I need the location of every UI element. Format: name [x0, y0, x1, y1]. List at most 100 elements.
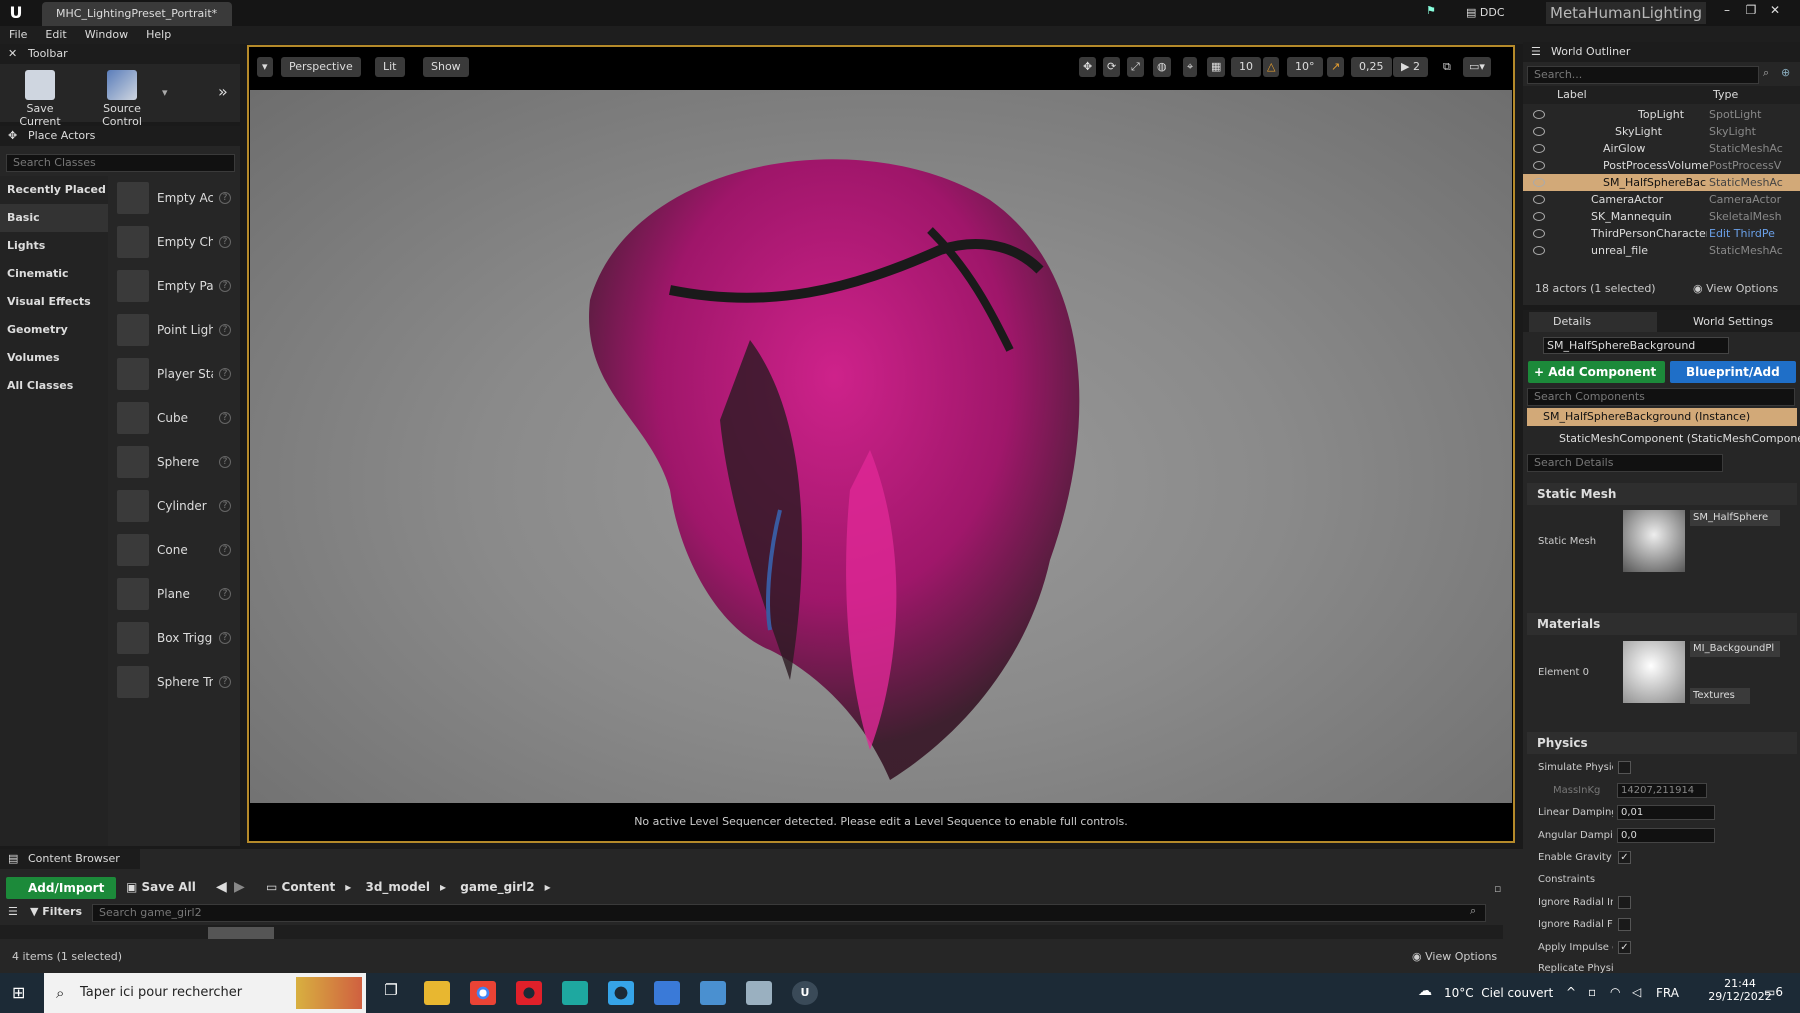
blueprint-button[interactable]: Blueprint/Add — [1670, 361, 1796, 383]
category-all-classes[interactable]: All Classes — [0, 372, 108, 400]
simulate-physics-checkbox[interactable] — [1618, 761, 1631, 774]
menu-edit[interactable]: Edit — [36, 26, 75, 44]
scale-snap-icon[interactable]: ↗ — [1327, 57, 1345, 77]
translate-icon[interactable]: ✥ — [1079, 57, 1097, 77]
ignore-radial-impulse-checkbox[interactable] — [1618, 896, 1631, 909]
category-volumes[interactable]: Volumes — [0, 344, 108, 372]
outliner-row[interactable]: SkyLight SkyLight — [1523, 123, 1800, 140]
outliner-row-selected[interactable]: SM_HalfSphereBackgStaticMeshAc — [1523, 174, 1800, 191]
linear-damping-field[interactable]: 0,01 — [1617, 805, 1715, 820]
file-explorer-icon[interactable] — [424, 981, 450, 1005]
tab-world-settings[interactable]: World Settings — [1673, 312, 1795, 332]
column-label[interactable]: Label — [1557, 88, 1587, 101]
category-visual-effects[interactable]: Visual Effects — [0, 288, 108, 316]
viewport-scene[interactable] — [250, 90, 1512, 803]
opera-icon[interactable] — [516, 981, 542, 1005]
tab-details[interactable]: Details — [1529, 312, 1657, 332]
visibility-eye-icon[interactable] — [1533, 246, 1545, 255]
actor-cone[interactable]: Cone? — [115, 530, 235, 570]
outliner-view-options[interactable]: ◉ View Options — [1693, 282, 1778, 295]
material-dropdown[interactable]: MI_BackgoundPl — [1690, 641, 1780, 657]
source-control-button[interactable]: Source Control — [82, 70, 162, 128]
actor-sphere-trigger[interactable]: Sphere Tr? — [115, 662, 235, 702]
windows-start-icon[interactable]: ⊞ — [12, 983, 25, 1002]
actor-empty-character[interactable]: Empty Cha? — [115, 222, 235, 262]
scale-snap-value[interactable]: 0,25 — [1351, 57, 1392, 77]
help-icon[interactable]: ? — [219, 368, 231, 380]
section-static-mesh[interactable]: Static Mesh — [1527, 483, 1797, 505]
calculator-icon[interactable] — [700, 981, 726, 1005]
add-filter-icon[interactable]: ⊕ — [1781, 66, 1790, 79]
camera-speed-button[interactable]: ▶ 2 — [1393, 57, 1428, 77]
layout-icon[interactable]: ▭▾ — [1463, 57, 1491, 77]
surface-snap-icon[interactable]: ⌖ — [1183, 57, 1198, 77]
mass-field[interactable]: 14207,211914 — [1617, 783, 1707, 798]
actor-player-start[interactable]: Player Sta? — [115, 354, 235, 394]
rotation-snap-value[interactable]: 10° — [1287, 57, 1323, 77]
chrome-icon[interactable] — [470, 981, 496, 1005]
outliner-row[interactable]: PostProcessVolume PostProcessV — [1523, 157, 1800, 174]
volume-icon[interactable]: ◁ — [1632, 985, 1641, 999]
visibility-eye-icon[interactable] — [1533, 229, 1545, 238]
visibility-eye-icon[interactable] — [1533, 127, 1545, 136]
help-icon[interactable]: ? — [219, 588, 231, 600]
visibility-eye-icon[interactable] — [1533, 110, 1545, 119]
help-icon[interactable]: ? — [219, 676, 231, 688]
menu-window[interactable]: Window — [76, 26, 137, 44]
filters-button[interactable]: ▼ Filters — [30, 905, 82, 918]
breadcrumb-content[interactable]: Content — [282, 880, 336, 894]
scale-icon[interactable]: ⤢ — [1127, 57, 1144, 77]
category-lights[interactable]: Lights — [0, 232, 108, 260]
visibility-eye-icon[interactable] — [1533, 212, 1545, 221]
visibility-eye-icon[interactable] — [1533, 144, 1545, 153]
actor-box-trigger[interactable]: Box Trigge? — [115, 618, 235, 658]
category-basic[interactable]: Basic — [0, 204, 108, 232]
perspective-button[interactable]: Perspective — [281, 57, 361, 77]
actor-cylinder[interactable]: Cylinder? — [115, 486, 235, 526]
outliner-row[interactable]: SK_Mannequin SkeletalMesh — [1523, 208, 1800, 225]
help-icon[interactable]: ? — [219, 324, 231, 336]
maximize-icon[interactable]: ❐ — [1740, 2, 1762, 18]
unreal-logo-icon[interactable]: U — [6, 3, 26, 23]
help-icon[interactable]: ? — [219, 192, 231, 204]
actor-point-light[interactable]: Point Light? — [115, 310, 235, 350]
asset-tile[interactable] — [208, 927, 274, 939]
grid-size-value[interactable]: 10 — [1231, 57, 1261, 77]
outliner-row[interactable]: CameraActor CameraActor — [1523, 191, 1800, 208]
app-m-icon[interactable] — [562, 981, 588, 1005]
document-tab[interactable]: MHC_LightingPreset_Portrait* — [42, 2, 232, 26]
static-mesh-dropdown[interactable]: SM_HalfSphere — [1690, 510, 1780, 526]
lit-button[interactable]: Lit — [375, 57, 405, 77]
actor-name-field[interactable]: SM_HalfSphereBackground — [1543, 337, 1729, 354]
tree-toggle-icon[interactable]: ☰ — [8, 905, 18, 918]
weather-text[interactable]: 10°C Ciel couvert — [1444, 986, 1553, 1000]
textures-dropdown[interactable]: Textures — [1690, 688, 1750, 704]
back-icon[interactable]: ◀ — [216, 879, 227, 895]
search-classes-input[interactable]: Search Classes — [6, 154, 235, 172]
app-window-icon[interactable] — [746, 981, 772, 1005]
network-icon[interactable]: ◠ — [1610, 985, 1620, 999]
language-indicator[interactable]: FRA — [1656, 986, 1679, 1000]
add-import-button[interactable]: Add/Import — [6, 877, 116, 899]
task-view-icon[interactable]: ❐ — [378, 981, 404, 1005]
level-viewport[interactable]: ▾ Perspective Lit Show ✥ ⟳ ⤢ ◍ ⌖ ▦ 10 △ … — [247, 45, 1515, 843]
search-details-input[interactable]: Search Details — [1527, 454, 1723, 472]
outliner-row[interactable]: AirGlow StaticMeshAc — [1523, 140, 1800, 157]
show-button[interactable]: Show — [423, 57, 469, 77]
breadcrumb-3d-model[interactable]: 3d_model — [365, 880, 430, 894]
tray-chevron-icon[interactable]: ^ — [1566, 985, 1576, 999]
content-view-options[interactable]: ◉ View Options — [1412, 950, 1497, 963]
app-c-icon[interactable] — [608, 981, 634, 1005]
chevron-down-icon[interactable]: ▾ — [162, 86, 168, 99]
enable-gravity-checkbox[interactable]: ✓ — [1618, 851, 1631, 864]
component-row[interactable]: StaticMeshComponent (StaticMeshComponent — [1559, 432, 1800, 445]
content-search-input[interactable]: Search game_girl2 — [92, 904, 1486, 922]
photos-icon[interactable] — [654, 981, 680, 1005]
rotate-icon[interactable]: ⟳ — [1103, 57, 1121, 77]
expand-icon[interactable]: » — [218, 82, 228, 101]
section-materials[interactable]: Materials — [1527, 613, 1797, 635]
add-component-button[interactable]: + Add Component — [1528, 361, 1665, 383]
menu-file[interactable]: File — [0, 26, 36, 44]
notification-button[interactable]: ▭6 — [1764, 985, 1783, 999]
tray-app-icon[interactable]: ▫ — [1588, 985, 1596, 999]
